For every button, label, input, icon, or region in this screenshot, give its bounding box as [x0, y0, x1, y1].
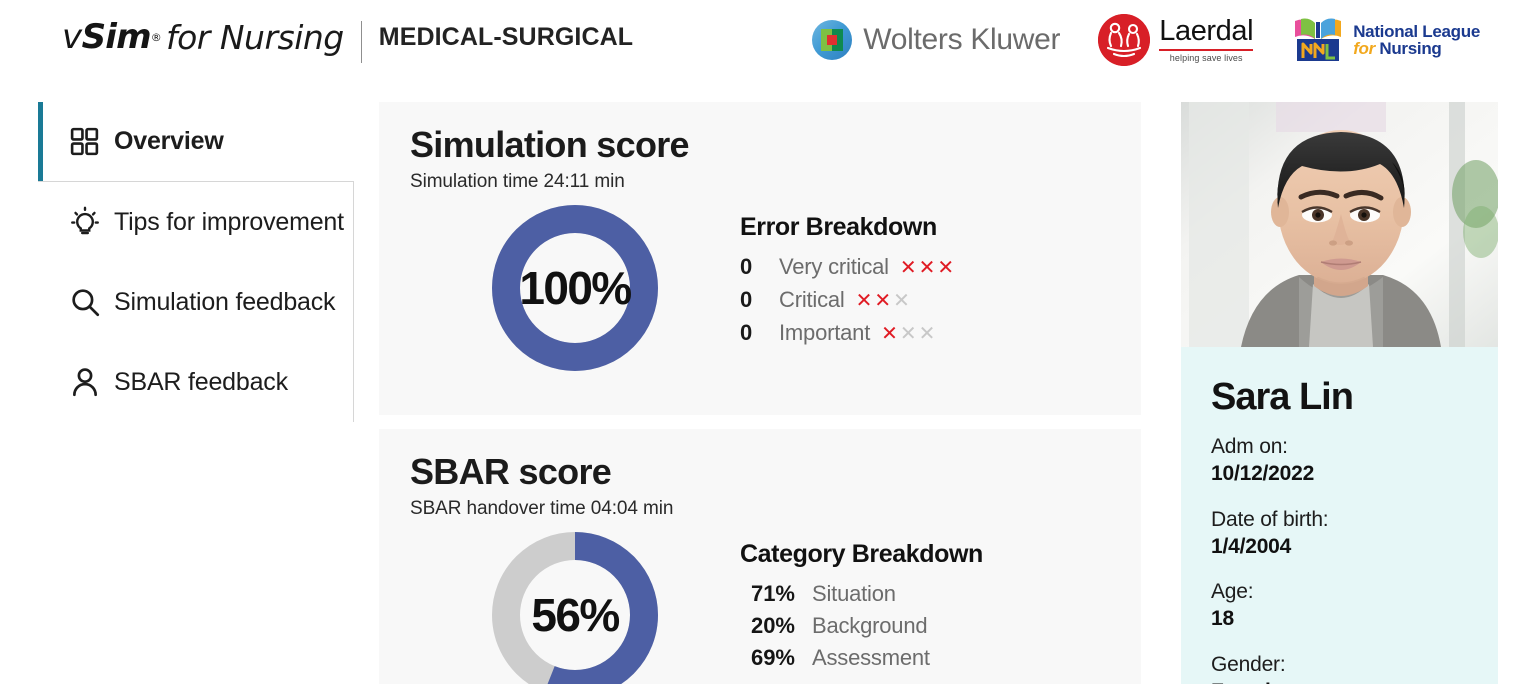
sidebar-item-sbar-feedback-label: SBAR feedback — [114, 367, 288, 396]
sidebar-item-simulation-feedback-label: Simulation feedback — [114, 287, 336, 316]
error-severity-marks: ✕✕✕ — [899, 257, 957, 280]
laerdal-tagline: helping save lives — [1169, 53, 1243, 63]
patient-field-age: Age: 18 — [1181, 578, 1498, 633]
simulation-score-title: Simulation score — [410, 124, 690, 165]
nln-logo: National League for Nursing — [1291, 15, 1480, 65]
sbar-donut-wrap: 56% — [410, 532, 740, 684]
laerdal-rule — [1159, 49, 1254, 51]
error-name: Important — [779, 320, 871, 346]
app-page: v Sim ® for Nursing MEDICAL-SURGICAL Wolte… — [0, 0, 1536, 684]
category-name: Situation — [812, 581, 896, 607]
app-header: v Sim ® for Nursing MEDICAL-SURGICAL Wolte… — [0, 0, 1536, 88]
patient-panel: Sara Lin Adm on: 10/12/2022 Date of birt… — [1181, 102, 1498, 684]
category-name: Assessment — [812, 645, 930, 671]
sbar-score-donut: 56% — [492, 532, 658, 684]
nln-wordmark: National League for Nursing — [1353, 21, 1480, 58]
laerdal-logo: Laerdal helping save lives — [1098, 14, 1254, 66]
error-count: 0 — [740, 320, 753, 346]
patient-field-value: 1/4/2004 — [1211, 534, 1292, 558]
error-severity-marks: ✕✕✕ — [881, 323, 938, 346]
wolters-kluwer-label: Wolters Kluwer — [863, 23, 1061, 56]
logo-registered-icon: ® — [150, 30, 162, 44]
laerdal-mark-icon — [1098, 14, 1151, 66]
logo-sim-text: Sim — [81, 17, 152, 57]
patient-field-gender: Gender: Female — [1181, 651, 1498, 684]
wolters-kluwer-mark-icon — [812, 20, 853, 60]
wolters-kluwer-logo: Wolters Kluwer — [812, 20, 1061, 60]
logo-divider — [360, 21, 362, 63]
nln-for-text: for — [1353, 39, 1380, 58]
main-content: Simulation score Simulation time 24:11 m… — [379, 102, 1141, 684]
logo-v-text: v — [62, 17, 82, 57]
category-breakdown-title: Category Breakdown — [740, 540, 983, 569]
sbar-score-value: 56% — [531, 589, 620, 642]
nln-line1: National League — [1353, 21, 1480, 41]
simulation-score-card: Simulation score Simulation time 24:11 m… — [379, 102, 1141, 415]
sbar-score-card: SBAR score SBAR handover time 04:04 min … — [379, 429, 1141, 684]
sidebar-item-tips-label: Tips for improvement — [114, 207, 344, 236]
patient-field-value: Female — [1211, 678, 1498, 684]
simulation-score-value: 100% — [519, 262, 632, 315]
patient-field-label: Gender: — [1211, 652, 1286, 676]
lightbulb-icon — [68, 205, 114, 239]
error-count: 0 — [740, 287, 753, 313]
category-row: 69% Assessment — [740, 645, 983, 677]
sidebar-item-overview-label: Overview — [114, 127, 224, 155]
patient-name: Sara Lin — [1211, 376, 1354, 418]
sidebar-item-sbar-feedback[interactable]: SBAR feedback — [38, 342, 353, 422]
error-row: 0 Critical ✕✕✕ — [740, 287, 956, 320]
error-name: Very critical — [779, 254, 889, 280]
patient-field-value: 18 — [1211, 607, 1234, 631]
error-breakdown-title: Error Breakdown — [740, 213, 937, 242]
category-percent: 71% — [750, 581, 795, 607]
simulation-score-donut: 100% — [492, 205, 658, 372]
error-name: Critical — [779, 287, 845, 313]
category-row: 71% Situation — [740, 581, 983, 613]
sbar-handover-time-text: SBAR handover time 04:04 min — [410, 498, 674, 520]
category-percent: 69% — [750, 645, 795, 671]
patient-field-value: 10/12/2022 — [1211, 462, 1315, 486]
patient-field-label: Adm on: — [1211, 435, 1288, 458]
sidebar-secondary-group: Tips for improvement Simulation feedback — [38, 182, 354, 422]
partner-logos: Wolters Kluwer Laerdal helping save live… — [812, 14, 1480, 66]
simulation-score-body: 100% Error Breakdown 0 Very critical ✕✕✕… — [379, 205, 1141, 372]
error-row: 0 Very critical ✕✕✕ — [740, 254, 956, 287]
category-percent: 20% — [750, 613, 795, 639]
error-severity-marks: ✕✕✕ — [855, 290, 912, 313]
patient-field-admission: Adm on: 10/12/2022 — [1181, 433, 1498, 488]
logo-for-nursing-text: for Nursing — [166, 17, 344, 57]
simulation-time-text: Simulation time 24:11 min — [410, 171, 625, 193]
laerdal-label: Laerdal — [1159, 15, 1254, 47]
vsim-logo[interactable]: v Sim ® for Nursing MEDICAL-SURGICAL — [62, 16, 634, 63]
sbar-score-body: 56% Category Breakdown 71% Situation 20%… — [379, 532, 1141, 684]
patient-field-label: Date of birth: — [1211, 507, 1329, 531]
nln-line2: for Nursing — [1353, 40, 1480, 57]
person-icon — [68, 365, 114, 399]
error-breakdown: Error Breakdown 0 Very critical ✕✕✕ 0 Cr… — [740, 205, 956, 353]
patient-field-dob: Date of birth: 1/4/2004 — [1181, 506, 1498, 561]
category-breakdown: Category Breakdown 71% Situation 20% Bac… — [740, 532, 983, 677]
logo-edition-text: MEDICAL-SURGICAL — [378, 22, 634, 51]
simulation-donut-wrap: 100% — [410, 205, 740, 372]
error-count: 0 — [740, 254, 753, 280]
search-icon — [68, 285, 114, 319]
grid-icon — [68, 125, 114, 158]
error-row: 0 Important ✕✕✕ — [740, 320, 956, 353]
sidebar-nav: Overview Tips for improvement Simulation… — [38, 102, 354, 422]
category-row: 20% Background — [740, 613, 983, 645]
sbar-score-title: SBAR score — [410, 451, 612, 492]
sidebar-item-overview[interactable]: Overview — [38, 102, 354, 182]
sidebar-item-simulation-feedback[interactable]: Simulation feedback — [38, 262, 353, 342]
nln-nursing-text: Nursing — [1379, 39, 1442, 58]
laerdal-wordmark: Laerdal helping save lives — [1159, 15, 1254, 63]
category-name: Background — [812, 613, 928, 639]
nln-book-icon — [1291, 15, 1345, 65]
patient-field-label: Age: — [1211, 580, 1254, 604]
sidebar-item-tips-for-improvement[interactable]: Tips for improvement — [38, 182, 353, 262]
patient-avatar — [1181, 102, 1498, 347]
